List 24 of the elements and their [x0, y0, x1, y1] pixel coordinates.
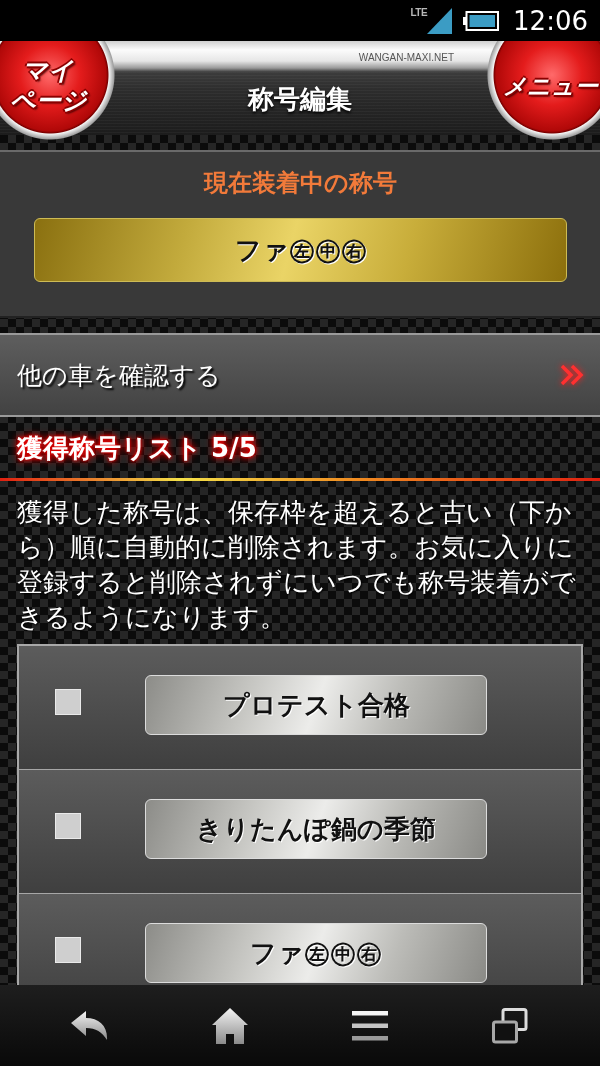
panel-heading: 現在装着中の称号: [203, 168, 397, 199]
network-type-label: LTE: [410, 7, 428, 19]
recent-apps-icon[interactable]: [492, 1007, 528, 1044]
menu-icon[interactable]: [352, 1010, 388, 1041]
other-cars-link[interactable]: 他の車を確認する: [0, 333, 600, 417]
signal-icon: [427, 7, 453, 34]
checkbox[interactable]: [55, 937, 81, 963]
title-button[interactable]: きりたんぽ鍋の季節: [145, 799, 487, 859]
back-icon[interactable]: [71, 1010, 109, 1041]
equipped-title-plate: ファ㊧㊥㊨: [34, 218, 567, 282]
title-button[interactable]: プロテスト合格: [145, 675, 487, 735]
menu-button[interactable]: メニュー: [487, 41, 600, 141]
battery-icon: [463, 10, 500, 31]
double-chevron-icon: [560, 364, 584, 386]
list-heading: 獲得称号リスト 5/5: [17, 432, 257, 465]
my-page-button[interactable]: マイ ページ: [0, 41, 116, 141]
home-icon[interactable]: [212, 1007, 248, 1044]
page-title: 称号編集: [248, 82, 352, 115]
clock: 12:06: [513, 5, 588, 36]
site-label: WANGAN-MAXI.NET: [358, 51, 454, 64]
title-button[interactable]: ファ㊧㊥㊨: [145, 923, 487, 983]
checkbox[interactable]: [55, 689, 81, 715]
checkbox[interactable]: [55, 813, 81, 839]
list-description: 獲得した称号は、保存枠を超えると古い（下から）順に自動的に削除されます。お気に入りに登録すると削除されずにいつでも称号装着ができるようになります。: [17, 496, 577, 634]
